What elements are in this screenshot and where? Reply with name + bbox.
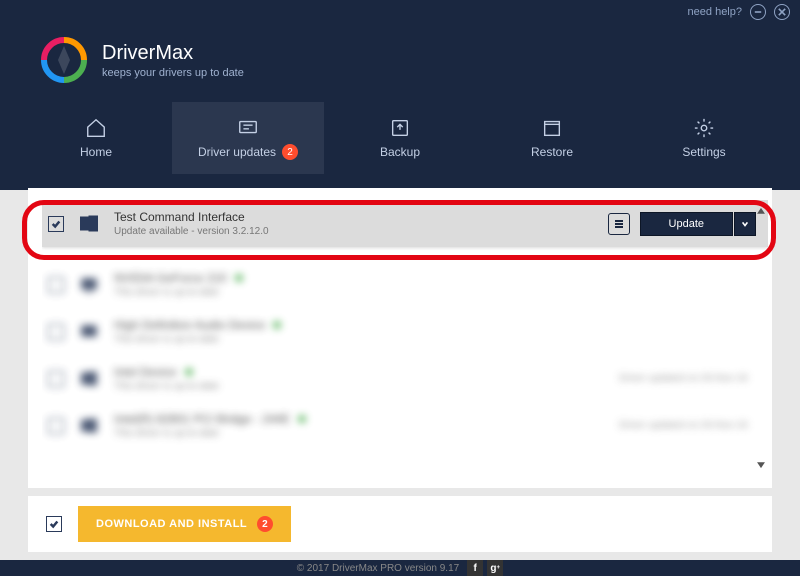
driver-row[interactable]: NVIDIA GeForce 210 This driver is up-to-…	[42, 261, 768, 308]
tab-label: Restore	[531, 145, 573, 159]
windows-icon	[78, 213, 100, 235]
tab-label: Driver updates	[198, 145, 276, 159]
update-button[interactable]: Update	[640, 212, 756, 236]
windows-icon	[78, 415, 100, 437]
monitor-icon	[78, 274, 100, 296]
driver-row[interactable]: High Definition Audio Device This driver…	[42, 308, 768, 355]
backup-icon	[389, 117, 411, 139]
driver-status: Update available - version 3.2.12.0	[114, 226, 594, 237]
help-link[interactable]: need help?	[688, 6, 742, 18]
driver-name: High Definition Audio Device	[114, 318, 265, 332]
status-dot-icon	[298, 415, 306, 423]
facebook-icon[interactable]: f	[467, 560, 483, 576]
tab-restore[interactable]: Restore	[476, 102, 628, 174]
windows-icon	[78, 368, 100, 390]
tab-backup[interactable]: Backup	[324, 102, 476, 174]
driver-meta: Driver updated on 03-Nov-16	[619, 420, 748, 431]
download-badge: 2	[257, 516, 273, 532]
updates-badge: 2	[282, 144, 298, 160]
driver-name: NVIDIA GeForce 210	[114, 271, 227, 285]
checkbox[interactable]	[48, 324, 64, 340]
gear-icon	[693, 117, 715, 139]
minimize-button[interactable]	[750, 4, 766, 20]
download-install-button[interactable]: DOWNLOAD AND INSTALL 2	[78, 506, 291, 542]
tab-label: Home	[80, 145, 112, 159]
status-dot-icon	[273, 321, 281, 329]
details-button[interactable]	[608, 213, 630, 235]
driver-name: Intel(R) 82801 PCI Bridge - 244E	[114, 412, 290, 426]
tab-label: Backup	[380, 145, 420, 159]
driver-status: This driver is up-to-date	[114, 381, 605, 392]
googleplus-icon[interactable]: g+	[487, 560, 503, 576]
app-logo-icon	[40, 36, 88, 84]
checkbox[interactable]	[48, 277, 64, 293]
app-title: DriverMax	[102, 42, 244, 65]
tab-home[interactable]: Home	[20, 102, 172, 174]
updates-icon	[237, 116, 259, 138]
checkbox[interactable]	[48, 371, 64, 387]
driver-row-highlighted[interactable]: Test Command Interface Update available …	[42, 200, 768, 247]
scrollbar[interactable]	[754, 204, 768, 472]
audio-icon	[78, 321, 100, 343]
download-label: DOWNLOAD AND INSTALL	[96, 518, 247, 530]
scroll-up-icon[interactable]	[754, 204, 768, 218]
driver-status: This driver is up-to-date	[114, 287, 756, 298]
update-dropdown[interactable]	[734, 212, 756, 236]
driver-name: Test Command Interface	[114, 210, 594, 224]
checkbox[interactable]	[48, 216, 64, 232]
close-button[interactable]	[774, 4, 790, 20]
status-dot-icon	[185, 368, 193, 376]
scroll-down-icon[interactable]	[754, 458, 768, 472]
driver-row[interactable]: Intel(R) 82801 PCI Bridge - 244E This dr…	[42, 402, 768, 449]
tab-label: Settings	[682, 145, 725, 159]
footer-text: © 2017 DriverMax PRO version 9.17	[297, 563, 459, 574]
driver-status: This driver is up-to-date	[114, 428, 605, 439]
tab-settings[interactable]: Settings	[628, 102, 780, 174]
tab-driver-updates[interactable]: Driver updates 2	[172, 102, 324, 174]
driver-meta: Driver updated on 03-Nov-16	[619, 373, 748, 384]
restore-icon	[541, 117, 563, 139]
driver-status: This driver is up-to-date	[114, 334, 756, 345]
driver-name: Intel Device	[114, 365, 177, 379]
update-button-label: Update	[640, 212, 733, 236]
checkbox[interactable]	[48, 418, 64, 434]
driver-row[interactable]: Intel Device This driver is up-to-date D…	[42, 355, 768, 402]
select-all-checkbox[interactable]	[46, 516, 62, 532]
driver-list-panel: Test Command Interface Update available …	[28, 188, 772, 488]
app-tagline: keeps your drivers up to date	[102, 67, 244, 79]
status-dot-icon	[235, 274, 243, 282]
home-icon	[85, 117, 107, 139]
